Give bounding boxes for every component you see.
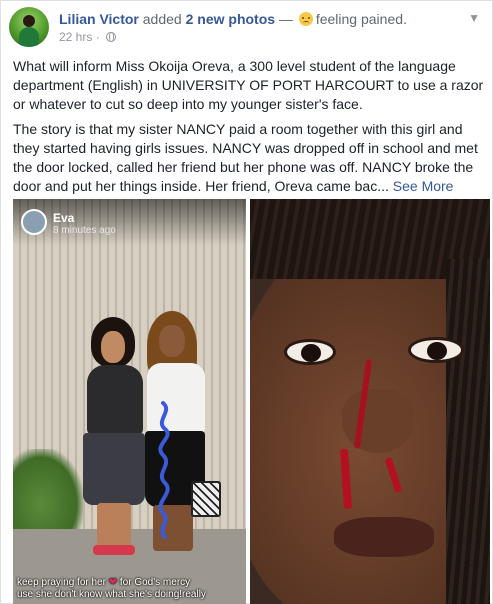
- chevron-down-icon[interactable]: ▼: [468, 11, 480, 25]
- author-name-link[interactable]: Lilian Victor: [59, 11, 139, 27]
- braids-right: [446, 259, 490, 604]
- story-avatar: [21, 209, 47, 235]
- post-paragraph-2: The story is that my sister NANCY paid a…: [13, 120, 485, 196]
- post-paragraph-1: What will inform Miss Okoija Oreva, a 30…: [13, 58, 484, 112]
- timestamp-link[interactable]: 22 hrs: [59, 30, 92, 44]
- story-time: 8 minutes ago: [53, 225, 116, 236]
- post-meta: 22 hrs ·: [59, 30, 117, 44]
- eye-left: [284, 339, 336, 365]
- see-more-link[interactable]: See More: [393, 178, 454, 194]
- eye-right: [408, 337, 464, 363]
- lips: [334, 517, 434, 557]
- facebook-post: Lilian Victor added 2 new photos — feeli…: [0, 0, 493, 604]
- photo-two-women[interactable]: Eva 8 minutes ago keep praying for her ❤…: [13, 199, 246, 604]
- post-header: Lilian Victor added 2 new photos — feeli…: [9, 7, 484, 47]
- nose: [342, 389, 414, 453]
- heart-icon: ❤: [108, 577, 118, 588]
- meta-dot: ·: [92, 30, 104, 44]
- caption-line-1: keep praying for her ❤ for God's mercy: [17, 577, 191, 588]
- dash-separator: —: [275, 11, 297, 27]
- globe-icon: [106, 32, 117, 42]
- photos-link[interactable]: 2 new photos: [186, 11, 275, 27]
- post-body: What will inform Miss Okoija Oreva, a 30…: [13, 57, 485, 202]
- story-overlay-bar: [13, 199, 246, 245]
- photo-face-closeup[interactable]: [250, 199, 490, 604]
- feeling-text: feeling pained.: [315, 11, 407, 27]
- caption-line-2: use she don't know what she's doing!real…: [17, 589, 206, 600]
- story-name: Eva: [53, 211, 75, 225]
- action-text: added: [138, 11, 186, 27]
- pained-emoji-icon: [298, 12, 313, 26]
- post-title-line: Lilian Victor added 2 new photos — feeli…: [59, 10, 407, 28]
- story-caption: keep praying for her ❤ for God's mercy u…: [17, 577, 206, 601]
- blue-scribble: [158, 401, 170, 539]
- handbag: [191, 481, 221, 517]
- photo-grid: Eva 8 minutes ago keep praying for her ❤…: [13, 199, 490, 604]
- author-avatar[interactable]: [9, 7, 49, 47]
